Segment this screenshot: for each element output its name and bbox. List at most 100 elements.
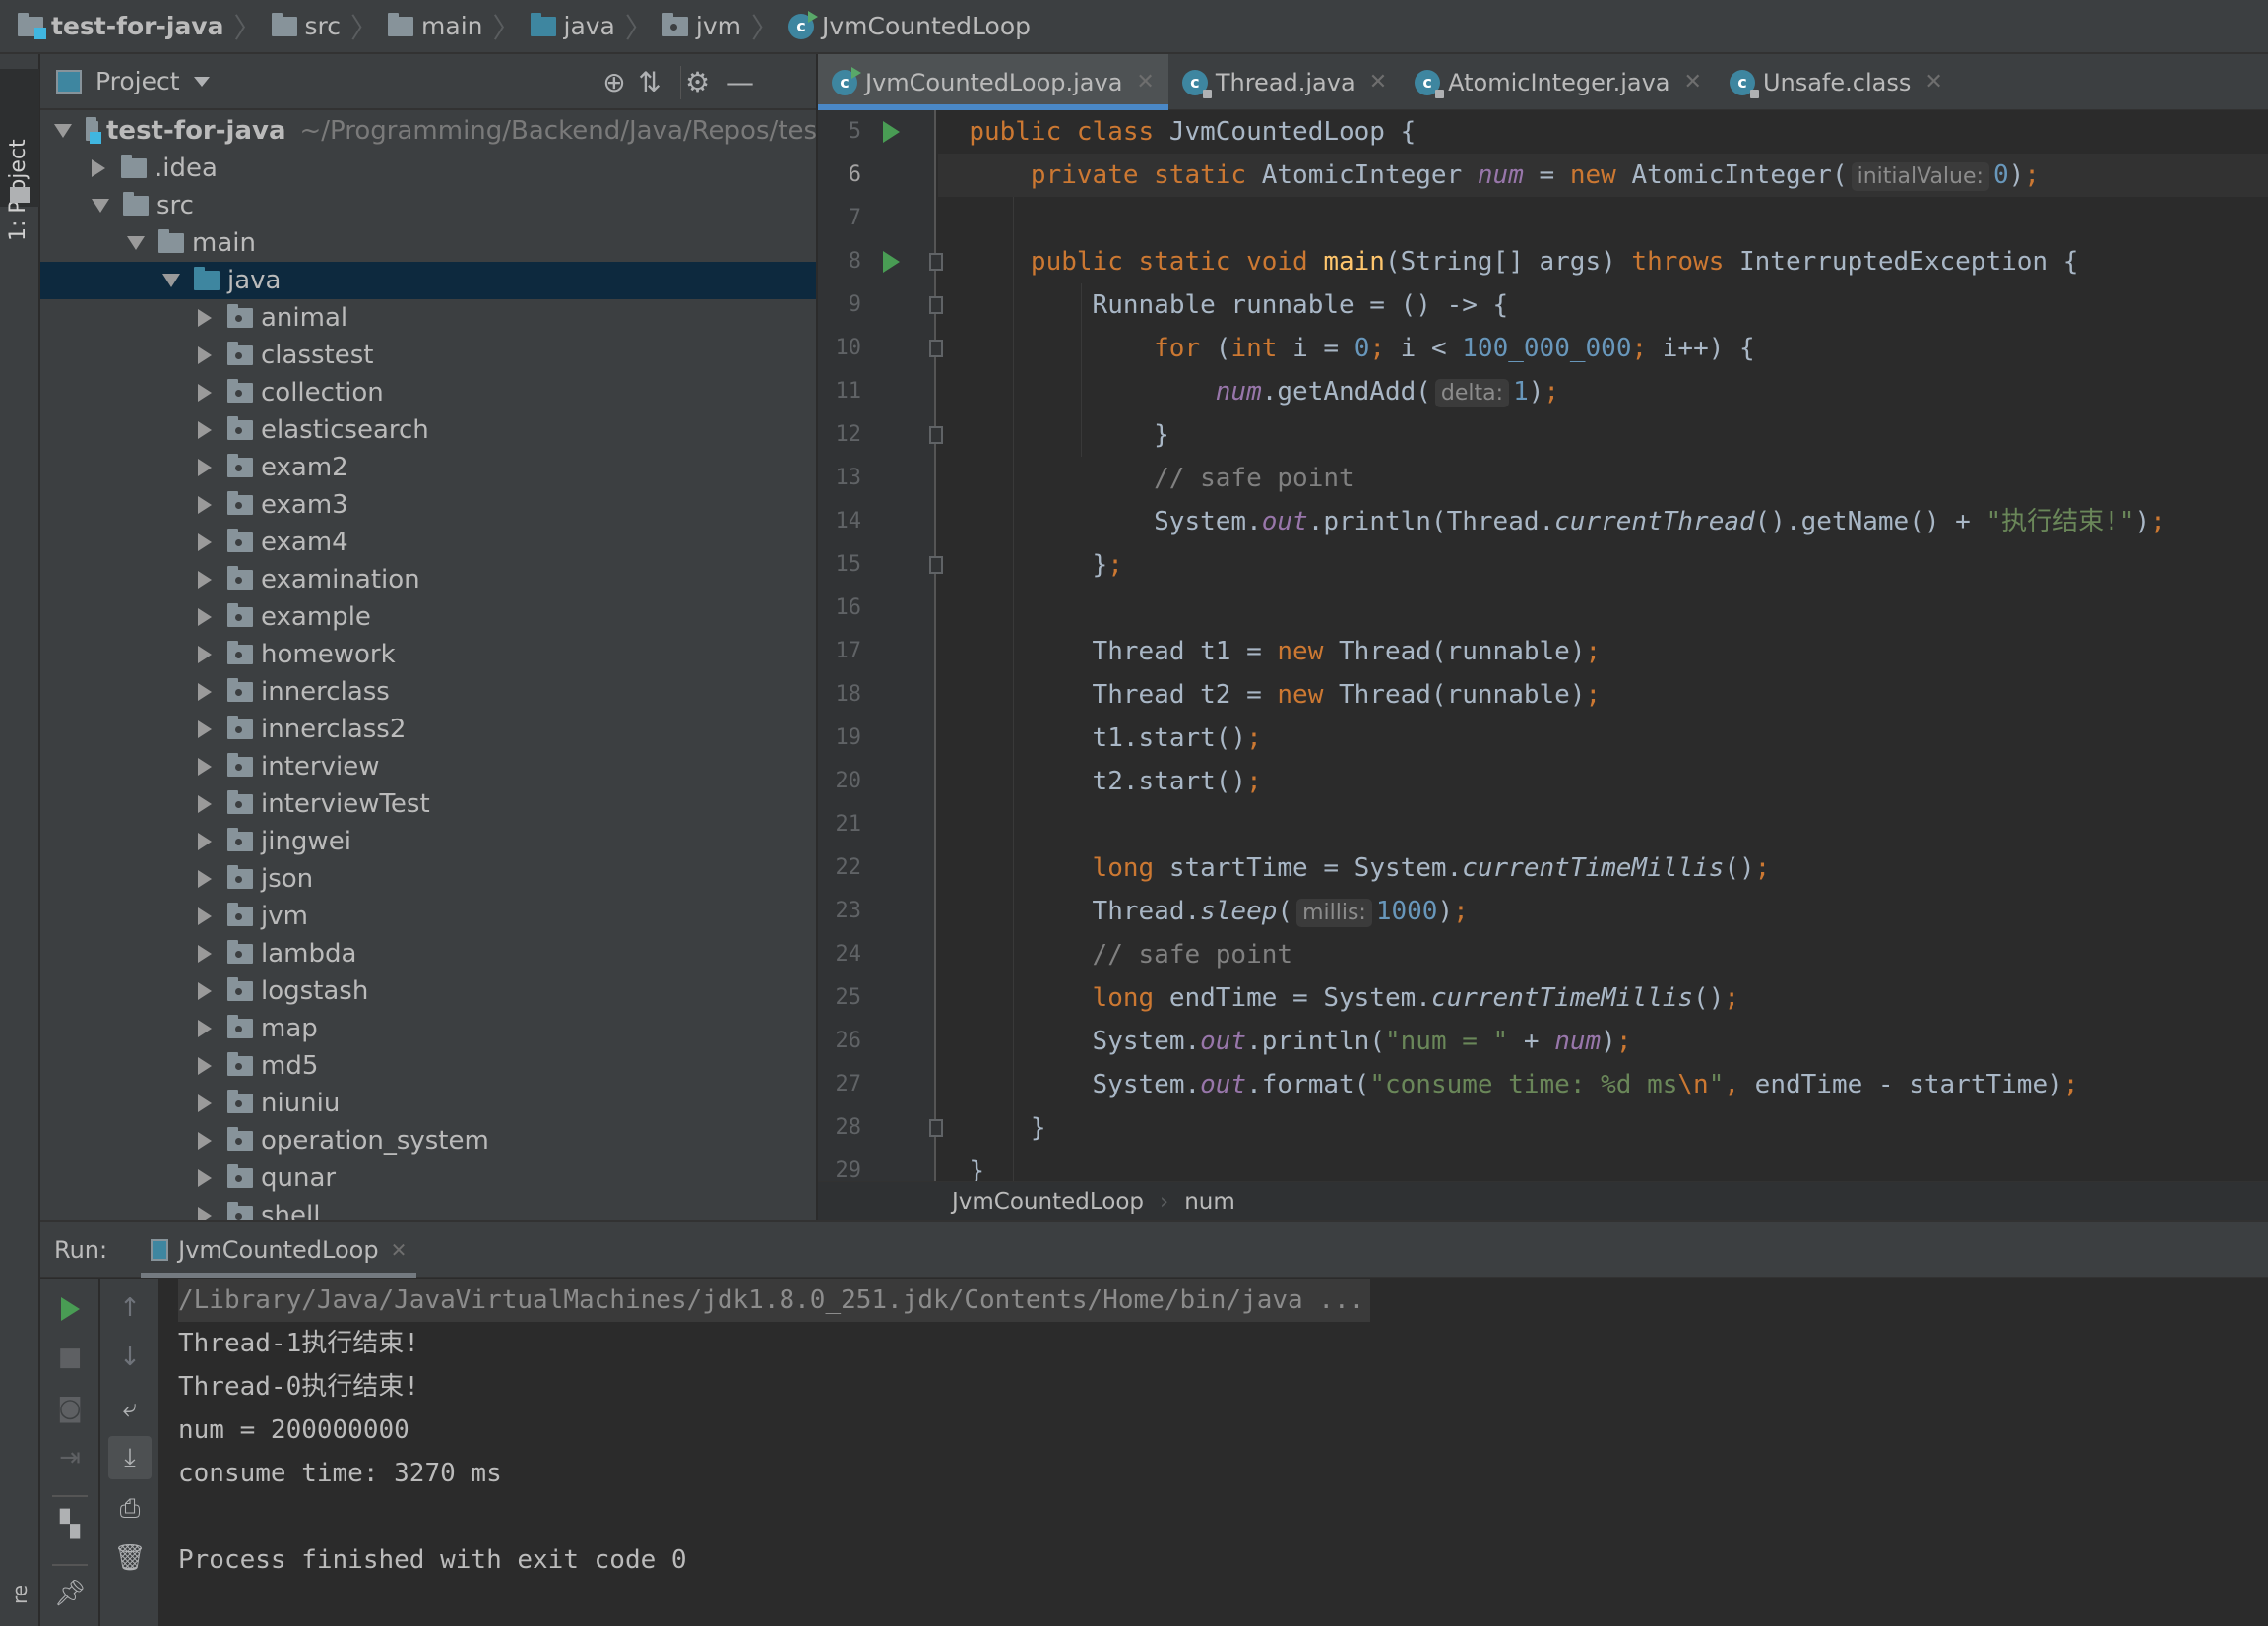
collapse-arrow-icon[interactable] [198, 795, 212, 813]
run-gutter-icon[interactable] [883, 121, 900, 143]
tree-node-package[interactable]: interviewTest [40, 785, 816, 823]
tree-node-package[interactable]: shell [40, 1197, 816, 1220]
minimize-icon[interactable]: — [724, 66, 757, 99]
nav-crumb-main[interactable]: main 〉 [388, 7, 530, 46]
tree-node-package[interactable]: homework [40, 636, 816, 673]
collapse-arrow-icon[interactable] [198, 683, 212, 701]
collapse-arrow-icon[interactable] [198, 346, 212, 364]
tree-node-package[interactable]: lambda [40, 935, 816, 972]
collapse-arrow-icon[interactable] [198, 1169, 212, 1187]
nav-crumb-jvm[interactable]: jvm 〉 [662, 7, 788, 46]
collapse-arrow-icon[interactable] [198, 758, 212, 776]
expand-arrow-icon[interactable] [54, 124, 72, 138]
expand-arrow-icon[interactable] [127, 236, 145, 250]
close-icon[interactable]: ✕ [1924, 70, 1942, 94]
soft-wrap-icon[interactable]: ⤶ [108, 1387, 152, 1430]
project-tool-button[interactable]: 1: Project [0, 69, 39, 241]
up-arrow-icon[interactable]: ↑ [108, 1286, 152, 1330]
close-icon[interactable]: ✕ [1136, 70, 1154, 94]
down-arrow-icon[interactable]: ↓ [108, 1336, 152, 1379]
project-view-selector[interactable]: Project [95, 67, 180, 95]
tree-node-package[interactable]: exam3 [40, 486, 816, 524]
console-output[interactable]: /Library/Java/JavaVirtualMachines/jdk1.8… [178, 1279, 2265, 1626]
tree-node-package[interactable]: examination [40, 561, 816, 598]
tree-node-package[interactable]: operation_system [40, 1122, 816, 1159]
code-area[interactable]: public class JvmCountedLoop { private st… [938, 110, 2268, 1220]
breadcrumb-class[interactable]: JvmCountedLoop [952, 1189, 1144, 1215]
tree-node-package[interactable]: map [40, 1010, 816, 1047]
exit-icon[interactable]: ⇥ [48, 1436, 92, 1479]
collapse-arrow-icon[interactable] [198, 459, 212, 476]
console-command-line[interactable]: /Library/Java/JavaVirtualMachines/jdk1.8… [178, 1279, 1371, 1322]
tree-node-package[interactable]: md5 [40, 1047, 816, 1085]
collapse-arrow-icon[interactable] [198, 1094, 212, 1112]
scroll-to-end-icon[interactable]: ⤓ [108, 1436, 152, 1479]
run-tab-jvmcountedloop[interactable]: JvmCountedLoop ✕ [141, 1222, 417, 1278]
collapse-arrow-icon[interactable] [198, 1020, 212, 1037]
tree-node-main[interactable]: main [40, 224, 816, 262]
collapse-all-icon[interactable]: ⇅ [633, 66, 666, 99]
collapse-arrow-icon[interactable] [198, 720, 212, 738]
print-icon[interactable]: ⎙ [108, 1487, 152, 1531]
collapse-arrow-icon[interactable] [198, 309, 212, 327]
tree-node-package[interactable]: qunar [40, 1159, 816, 1197]
collapse-arrow-icon[interactable] [198, 907, 212, 925]
collapse-arrow-icon[interactable] [198, 646, 212, 663]
expand-arrow-icon[interactable] [92, 199, 109, 213]
rerun-button[interactable] [48, 1286, 92, 1330]
nav-crumb-src[interactable]: src 〉 [271, 7, 389, 46]
breadcrumb-field[interactable]: num [1184, 1189, 1235, 1215]
collapse-arrow-icon[interactable] [198, 1057, 212, 1075]
nav-crumb-class[interactable]: c JvmCountedLoop [788, 10, 1031, 40]
collapse-arrow-icon[interactable] [92, 159, 105, 177]
tree-node-package[interactable]: niuniu [40, 1085, 816, 1122]
tree-node-package[interactable]: animal [40, 299, 816, 337]
close-icon[interactable]: ✕ [1369, 70, 1387, 94]
close-icon[interactable]: ✕ [391, 1238, 408, 1262]
tree-node-package[interactable]: elasticsearch [40, 411, 816, 449]
camera-icon[interactable]: ◙ [48, 1387, 92, 1430]
collapse-arrow-icon[interactable] [198, 870, 212, 888]
locate-file-icon[interactable]: ⊕ [598, 66, 631, 99]
collapse-arrow-icon[interactable] [198, 608, 212, 626]
collapse-arrow-icon[interactable] [198, 496, 212, 514]
tree-node-package[interactable]: innerclass [40, 673, 816, 711]
tree-node-package[interactable]: interview [40, 748, 816, 785]
tab-atomicinteger[interactable]: c AtomicInteger.java ✕ [1401, 54, 1716, 110]
tree-node-package[interactable]: example [40, 598, 816, 636]
collapse-arrow-icon[interactable] [198, 833, 212, 850]
collapse-arrow-icon[interactable] [198, 384, 212, 402]
tab-unsafe[interactable]: c Unsafe.class ✕ [1716, 54, 1957, 110]
tree-node-package[interactable]: collection [40, 374, 816, 411]
layout-icon[interactable]: ▚ [48, 1503, 92, 1546]
tree-node-src[interactable]: src [40, 187, 816, 224]
expand-arrow-icon[interactable] [162, 274, 180, 287]
collapse-arrow-icon[interactable] [198, 982, 212, 1000]
collapse-arrow-icon[interactable] [198, 533, 212, 551]
tree-node-package[interactable]: jvm [40, 898, 816, 935]
tree-node-idea[interactable]: .idea [40, 150, 816, 187]
tab-jvmcountedloop[interactable]: c JvmCountedLoop.java ✕ [818, 54, 1168, 110]
tree-node-package[interactable]: logstash [40, 972, 816, 1010]
pin-icon[interactable]: 📌︎ [48, 1572, 92, 1615]
stop-button[interactable]: ■ [48, 1336, 92, 1379]
gear-icon[interactable]: ⚙ [680, 66, 714, 99]
nav-crumb-project[interactable]: test-for-java 〉 [18, 7, 272, 46]
close-icon[interactable]: ✕ [1684, 70, 1702, 94]
tree-node-root[interactable]: test-for-java ~/Programming/Backend/Java… [40, 112, 816, 150]
tree-node-package[interactable]: json [40, 860, 816, 898]
collapse-arrow-icon[interactable] [198, 1132, 212, 1150]
tree-node-package[interactable]: innerclass2 [40, 711, 816, 748]
collapse-arrow-icon[interactable] [198, 421, 212, 439]
trash-icon[interactable]: 🗑︎ [108, 1536, 152, 1580]
dropdown-arrow-icon[interactable] [193, 76, 210, 87]
nav-crumb-java[interactable]: java 〉 [530, 7, 662, 46]
tab-thread[interactable]: c Thread.java ✕ [1168, 54, 1401, 110]
collapse-arrow-icon[interactable] [198, 1207, 212, 1220]
tree-node-package[interactable]: classtest [40, 337, 816, 374]
structure-tool-button[interactable]: re [8, 1585, 32, 1604]
tree-node-java[interactable]: java [40, 262, 816, 299]
tree-node-package[interactable]: exam2 [40, 449, 816, 486]
collapse-arrow-icon[interactable] [198, 945, 212, 963]
tree-node-package[interactable]: exam4 [40, 524, 816, 561]
